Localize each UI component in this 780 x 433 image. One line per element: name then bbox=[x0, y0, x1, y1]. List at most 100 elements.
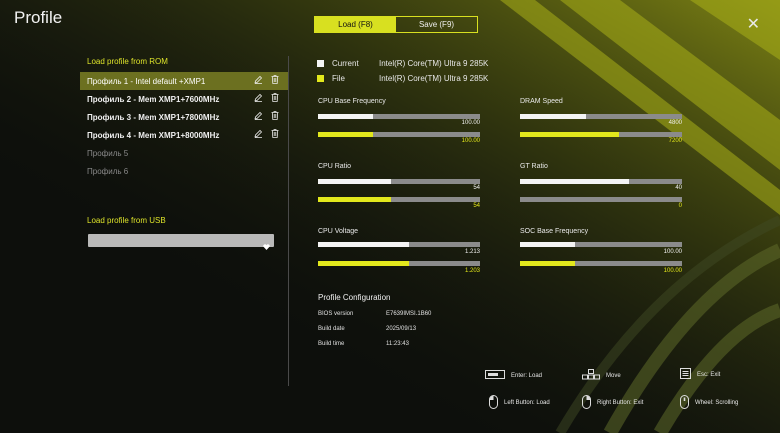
current-bar bbox=[318, 114, 480, 119]
load-save-tabs: Load (F8) Save (F9) bbox=[314, 16, 478, 33]
enter-key-icon bbox=[485, 370, 505, 381]
mouse-wheel-icon bbox=[680, 395, 689, 411]
hint-move: Move bbox=[582, 369, 621, 382]
delete-icon[interactable] bbox=[271, 93, 279, 102]
hint-esc: Esc: Exit bbox=[680, 368, 720, 381]
hint-wheel-label: Wheel: Scrolling bbox=[695, 400, 739, 406]
current-bar bbox=[520, 179, 682, 184]
file-bar bbox=[520, 261, 682, 266]
hint-wheel: Wheel: Scrolling bbox=[680, 395, 738, 411]
current-value: 100.00 bbox=[663, 249, 682, 255]
current-value: 4800 bbox=[668, 120, 682, 126]
hint-right-button-label: Right Button: Exit bbox=[597, 400, 644, 406]
file-swatch bbox=[317, 75, 324, 82]
current-bar bbox=[520, 114, 682, 119]
metric-label: CPU Voltage bbox=[318, 228, 359, 235]
profile-item-3[interactable]: Профиль 3 - Mem XMP1+7800MHz bbox=[80, 108, 288, 126]
profile-label: Профиль 1 - Intel default +XMP1 bbox=[87, 76, 206, 86]
profile-item-5[interactable]: Профиль 5 bbox=[80, 144, 288, 162]
edit-icon[interactable] bbox=[254, 129, 263, 138]
file-bar bbox=[520, 197, 682, 202]
hint-right-button: Right Button: Exit bbox=[582, 395, 643, 411]
close-icon[interactable]: ✕ bbox=[747, 14, 760, 34]
metric-label: DRAM Speed bbox=[520, 98, 563, 105]
delete-icon[interactable] bbox=[271, 75, 279, 84]
current-bar-fill bbox=[318, 114, 374, 119]
mouse-left-icon bbox=[489, 395, 498, 411]
tab-save[interactable]: Save (F9) bbox=[396, 17, 477, 32]
arrow-keys-icon bbox=[582, 369, 600, 382]
current-swatch bbox=[317, 60, 324, 67]
profile-label: Профиль 5 bbox=[87, 148, 129, 158]
config-key-build-date: Build date bbox=[318, 326, 345, 332]
file-bar-fill bbox=[318, 261, 409, 266]
file-bar bbox=[520, 132, 682, 137]
config-key-bios: BIOS version bbox=[318, 311, 354, 317]
tab-load[interactable]: Load (F8) bbox=[315, 17, 396, 32]
metric-label: CPU Ratio bbox=[318, 163, 352, 170]
metric-label: CPU Base Frequency bbox=[318, 98, 386, 105]
current-value: 1.213 bbox=[464, 249, 480, 255]
profile-item-2[interactable]: Профиль 2 - Mem XMP1+7600MHz bbox=[80, 90, 288, 108]
profile-label: Профиль 4 - Mem XMP1+8000MHz bbox=[87, 130, 220, 140]
rom-section-heading: Load profile from ROM bbox=[87, 57, 168, 66]
legend-current: Current Intel(R) Core(TM) Ultra 9 285K bbox=[317, 59, 488, 68]
current-bar-fill bbox=[318, 179, 391, 184]
file-bar bbox=[318, 132, 480, 137]
current-bar-fill bbox=[318, 242, 409, 247]
file-bar bbox=[318, 197, 480, 202]
hint-esc-label: Esc: Exit bbox=[697, 371, 721, 378]
metric-label: SOC Base Frequency bbox=[520, 228, 589, 235]
profile-item-4[interactable]: Профиль 4 - Mem XMP1+8000MHz bbox=[80, 126, 288, 144]
current-bar-fill bbox=[520, 114, 587, 119]
usb-section-heading: Load profile from USB bbox=[87, 216, 166, 225]
current-bar bbox=[318, 242, 480, 247]
hint-left-button: Left Button: Load bbox=[489, 395, 550, 411]
delete-icon[interactable] bbox=[271, 129, 279, 138]
file-bar-fill bbox=[318, 197, 391, 202]
legend-current-value: Intel(R) Core(TM) Ultra 9 285K bbox=[379, 59, 489, 68]
hint-enter: Enter: Load bbox=[485, 370, 542, 381]
file-value: 54 bbox=[473, 203, 480, 209]
file-value: 7200 bbox=[668, 138, 682, 144]
panel-divider bbox=[288, 56, 289, 386]
legend-current-label: Current bbox=[332, 59, 359, 68]
file-bar-fill bbox=[318, 132, 374, 137]
current-bar-fill bbox=[520, 242, 576, 247]
mouse-right-icon bbox=[582, 395, 591, 411]
file-value: 100.00 bbox=[461, 138, 480, 144]
config-title: Profile Configuration bbox=[318, 293, 391, 302]
config-value-build-date: 2025/09/13 bbox=[386, 326, 417, 332]
usb-profile-select[interactable] bbox=[88, 234, 274, 250]
file-value: 1.203 bbox=[464, 268, 480, 274]
legend-file-label: File bbox=[332, 74, 345, 83]
edit-icon[interactable] bbox=[254, 93, 263, 102]
config-value-bios: E7639IMSI.1B60 bbox=[386, 311, 432, 317]
profile-item-1[interactable]: Профиль 1 - Intel default +XMP1 bbox=[80, 72, 288, 90]
profile-label: Профиль 6 bbox=[87, 166, 129, 176]
profile-list: Профиль 1 - Intel default +XMP1 Профиль … bbox=[80, 72, 288, 180]
profile-item-6[interactable]: Профиль 6 bbox=[80, 162, 288, 180]
legend-file-value: Intel(R) Core(TM) Ultra 9 285K bbox=[379, 74, 489, 83]
file-value: 100.00 bbox=[663, 268, 682, 274]
edit-icon[interactable] bbox=[254, 75, 263, 84]
file-value: 0 bbox=[678, 203, 682, 209]
esc-key-icon bbox=[680, 368, 691, 381]
legend-file: File Intel(R) Core(TM) Ultra 9 285K bbox=[317, 74, 488, 83]
edit-icon[interactable] bbox=[254, 111, 263, 120]
hint-move-label: Move bbox=[606, 372, 621, 379]
profile-label: Профиль 2 - Mem XMP1+7600MHz bbox=[87, 94, 220, 104]
file-bar-fill bbox=[520, 261, 576, 266]
delete-icon[interactable] bbox=[271, 111, 279, 120]
hint-left-button-label: Left Button: Load bbox=[504, 400, 550, 406]
hint-enter-label: Enter: Load bbox=[511, 372, 543, 379]
current-value: 54 bbox=[473, 185, 480, 191]
heart-icon bbox=[263, 237, 270, 255]
config-value-build-time: 11:23:43 bbox=[386, 341, 409, 347]
current-value: 40 bbox=[675, 185, 682, 191]
current-bar bbox=[318, 179, 480, 184]
file-bar-fill bbox=[520, 132, 619, 137]
current-bar bbox=[520, 242, 682, 247]
file-bar bbox=[318, 261, 480, 266]
current-value: 100.00 bbox=[461, 120, 480, 126]
